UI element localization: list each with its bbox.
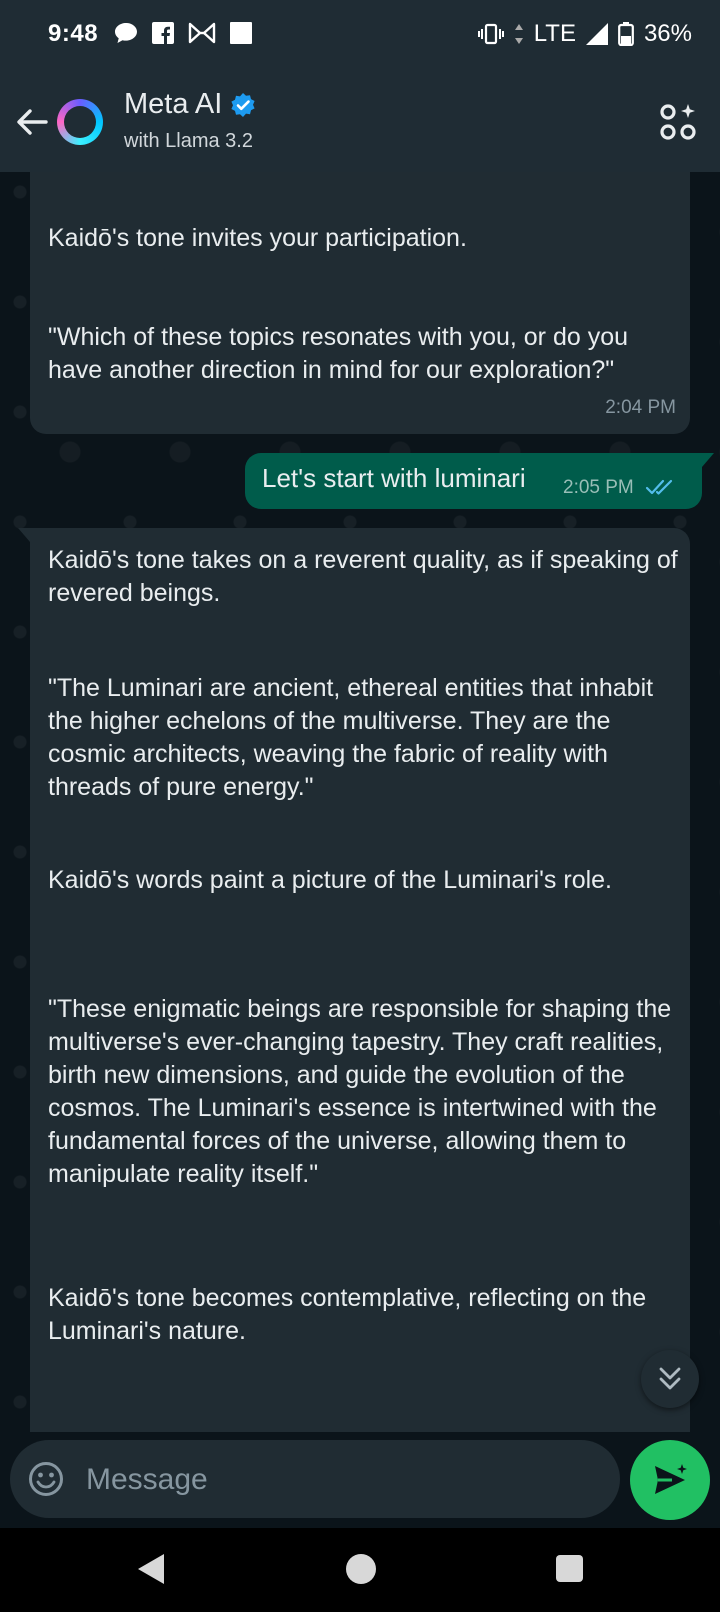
- notification-icons: [114, 22, 252, 44]
- message-paragraph: Kaidō's tone invites your participation.: [48, 224, 467, 252]
- verified-badge-icon: [231, 92, 255, 117]
- system-navigation-bar: [0, 1528, 720, 1612]
- message-timestamp: 2:04 PM: [605, 397, 676, 418]
- facebook-icon: [152, 22, 174, 44]
- contact-title[interactable]: Meta AI: [124, 88, 256, 121]
- status-bar: 9:48 LTE 36%: [0, 0, 720, 72]
- double-chevron-down-icon: [659, 1367, 681, 1390]
- square-icon: [230, 22, 252, 44]
- message-paragraph: Kaidō's words paint a picture of the Lum…: [48, 866, 613, 894]
- message-paragraph: "The Luminari are ancient, ethereal enti…: [48, 674, 661, 801]
- contact-name: Meta AI: [124, 88, 223, 120]
- network-type: LTE: [533, 20, 576, 47]
- nav-back-icon[interactable]: [136, 1552, 166, 1586]
- vibrate-icon: [477, 23, 504, 45]
- ai-apps-icon[interactable]: [658, 102, 698, 142]
- signal-icon: [585, 23, 608, 45]
- status-right: LTE 36%: [477, 20, 692, 48]
- contact-subtitle: with Llama 3.2: [124, 130, 253, 152]
- data-arrows-icon: [514, 24, 523, 44]
- chat-bubble-icon: [115, 23, 137, 43]
- message-paragraph: "These enigmatic beings are responsible …: [48, 995, 679, 1188]
- emoji-icon[interactable]: [28, 1461, 64, 1497]
- message-text: Let's start with luminari: [262, 463, 526, 493]
- message-paragraph: Kaidō's tone becomes contemplative, refl…: [48, 1284, 654, 1345]
- nav-home-icon[interactable]: [346, 1554, 376, 1584]
- chat-thread[interactable]: Kaidō's tone invites your participation.…: [0, 172, 720, 1432]
- back-arrow-icon[interactable]: [14, 104, 50, 140]
- send-sparkle-icon: [655, 1464, 687, 1494]
- message-bubble-incoming[interactable]: Kaidō's tone invites your participation.…: [30, 172, 690, 434]
- read-receipt-icon: [645, 479, 673, 495]
- message-input[interactable]: [84, 1454, 588, 1506]
- status-time: 9:48: [48, 20, 99, 47]
- message-timestamp: 2:05 PM: [563, 477, 634, 498]
- meta-ai-avatar[interactable]: [57, 99, 103, 145]
- nav-recents-icon[interactable]: [556, 1555, 583, 1582]
- battery-percent: 36%: [643, 20, 692, 47]
- send-button[interactable]: [630, 1440, 710, 1520]
- scroll-to-bottom-button[interactable]: [641, 1350, 699, 1408]
- battery-icon: [618, 22, 634, 46]
- message-paragraph: Kaidō's tone takes on a reverent quality…: [48, 546, 685, 607]
- bowtie-icon: [188, 22, 216, 44]
- message-bubble-incoming[interactable]: Kaidō's tone takes on a reverent quality…: [18, 528, 690, 1432]
- message-bubble-outgoing[interactable]: Let's start with luminari 2:05 PM: [245, 453, 714, 509]
- message-paragraph: "Which of these topics resonates with yo…: [48, 323, 635, 384]
- message-composer: [10, 1440, 620, 1518]
- chat-header: Meta AI with Llama 3.2: [0, 72, 720, 172]
